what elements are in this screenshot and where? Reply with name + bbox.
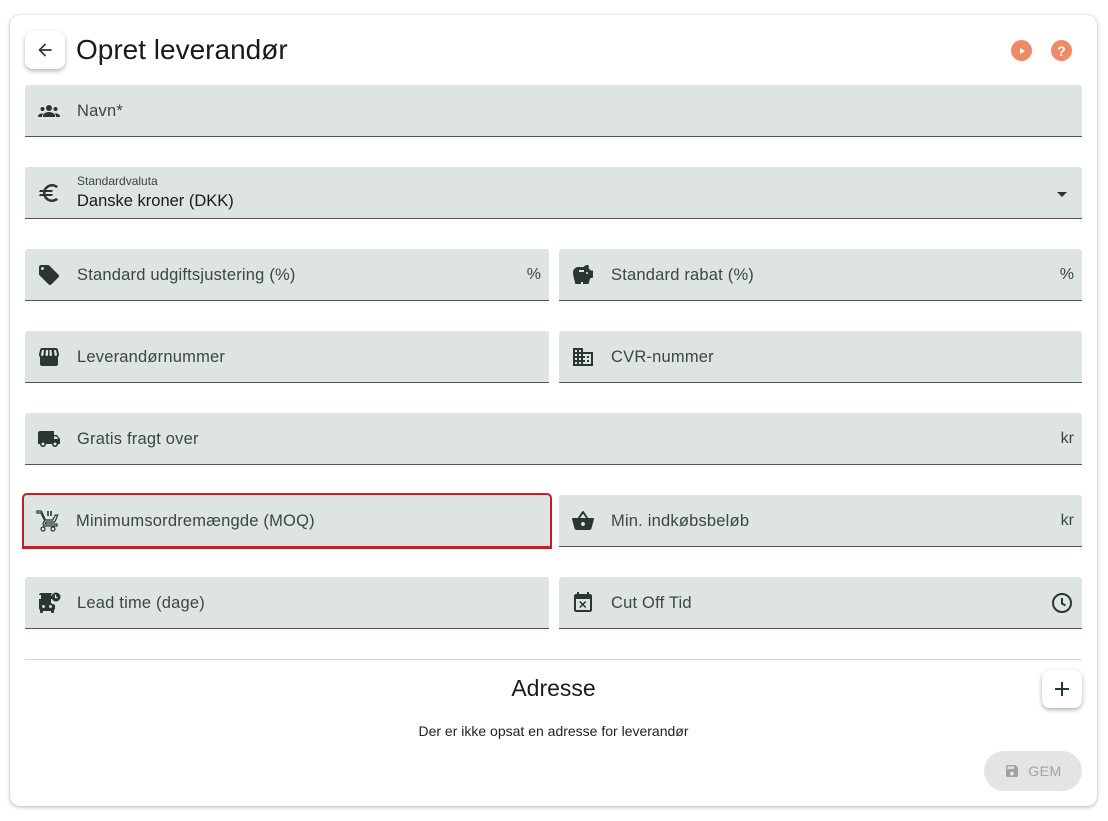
address-empty-message: Der er ikke opsat en adresse for leveran…	[418, 723, 689, 739]
group-icon	[37, 99, 61, 123]
moq-field[interactable]: Minimumsordremængde (MOQ)	[22, 493, 552, 549]
discount-suffix: %	[1059, 266, 1074, 283]
save-icon	[1006, 765, 1019, 777]
play-icon	[1019, 47, 1025, 54]
min-purchase-field[interactable]: Min. indkøbsbeløb kr	[559, 495, 1082, 547]
euro-icon	[37, 181, 61, 205]
supplier-number-label: Leverandørnummer	[77, 348, 226, 366]
name-field-label: Navn*	[77, 102, 123, 120]
free-shipping-field[interactable]: Gratis fragt over kr	[25, 413, 1082, 465]
moq-label: Minimumsordremængde (MOQ)	[76, 512, 315, 530]
help-button[interactable]: ?	[1051, 40, 1072, 61]
currency-select-value: Danske kroner (DKK)	[77, 192, 234, 210]
storefront-icon	[37, 345, 61, 369]
supplier-form-card: Opret leverandør ? Navn* Standardvaluta …	[10, 15, 1097, 806]
building-icon	[571, 345, 595, 369]
min-purchase-label: Min. indkøbsbeløb	[611, 512, 750, 530]
name-field[interactable]: Navn*	[25, 85, 1082, 137]
free-shipping-suffix: kr	[1060, 430, 1074, 447]
free-shipping-label: Gratis fragt over	[77, 430, 199, 448]
cost-adjustment-label: Standard udgiftsjustering (%)	[77, 266, 296, 284]
address-section-title: Adresse	[511, 675, 596, 701]
add-address-button[interactable]	[1042, 670, 1082, 708]
save-button[interactable]: GEM	[984, 751, 1082, 791]
cost-adjustment-suffix: %	[526, 266, 541, 283]
back-button[interactable]	[25, 31, 65, 69]
discount-label: Standard rabat (%)	[611, 266, 755, 284]
play-video-button[interactable]	[1011, 40, 1032, 61]
dropdown-arrow-icon	[1056, 187, 1068, 205]
bus-alert-icon	[37, 591, 61, 615]
currency-select-label: Standardvaluta	[77, 174, 158, 188]
min-purchase-suffix: kr	[1060, 512, 1074, 529]
cut-off-field[interactable]: Cut Off Tid	[559, 577, 1082, 629]
cut-off-label: Cut Off Tid	[611, 594, 692, 612]
clock-icon[interactable]	[1050, 591, 1074, 620]
truck-icon	[37, 427, 61, 451]
lead-time-label: Lead time (dage)	[77, 594, 205, 612]
save-button-label: GEM	[1028, 763, 1062, 779]
page-title: Opret leverandør	[76, 34, 288, 65]
supplier-number-field[interactable]: Leverandørnummer	[25, 331, 549, 383]
arrow-back-icon	[38, 43, 52, 57]
discount-field[interactable]: Standard rabat (%) %	[559, 249, 1082, 301]
cost-adjustment-field[interactable]: Standard udgiftsjustering (%) %	[25, 249, 549, 301]
section-divider	[25, 659, 1082, 660]
currency-select[interactable]: Standardvaluta Danske kroner (DKK)	[25, 167, 1082, 219]
piggy-bank-icon	[571, 263, 595, 287]
plus-icon	[1055, 682, 1069, 696]
question-mark-icon: ?	[1057, 42, 1066, 59]
cvr-field[interactable]: CVR-nummer	[559, 331, 1082, 383]
calendar-cancel-icon	[571, 591, 595, 615]
lead-time-field[interactable]: Lead time (dage)	[25, 577, 549, 629]
cvr-label: CVR-nummer	[611, 348, 714, 366]
cart-icon	[36, 509, 60, 533]
basket-icon	[571, 509, 595, 533]
tag-icon	[37, 263, 61, 287]
